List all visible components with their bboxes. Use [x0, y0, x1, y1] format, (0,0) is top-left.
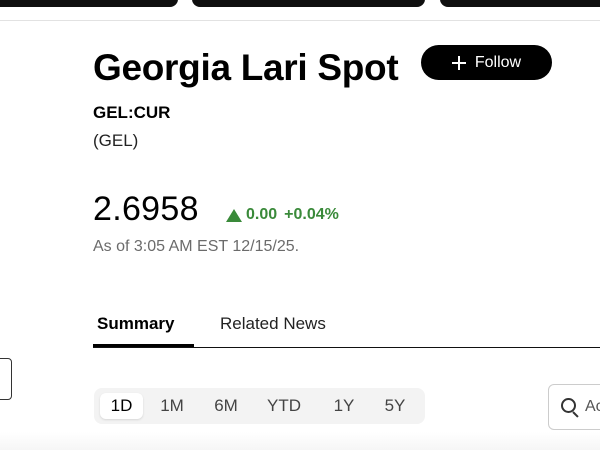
up-arrow-icon — [226, 208, 242, 222]
range-5y-button[interactable]: 5Y — [376, 393, 414, 419]
currency-code: (GEL) — [93, 131, 139, 150]
top-nav-button-1[interactable] — [0, 0, 178, 7]
follow-button-label: Follow — [474, 53, 522, 71]
tab-bar: Summary Related News — [92, 305, 600, 348]
top-nav-button-2[interactable] — [192, 0, 425, 7]
search-input[interactable] — [585, 398, 600, 416]
ticker-symbol: GEL:CUR — [93, 103, 171, 122]
range-ytd-button[interactable]: YTD — [261, 393, 307, 419]
as-of-timestamp: As of 3:05 AM EST 12/15/25. — [93, 238, 300, 255]
range-1d-button[interactable]: 1D — [100, 393, 143, 419]
page: Georgia Lari Spot Follow GEL:CUR (GEL) 2… — [0, 0, 600, 450]
top-divider — [0, 20, 600, 21]
tab-summary[interactable]: Summary — [92, 314, 196, 347]
tab-related-news[interactable]: Related News — [220, 314, 326, 334]
follow-button[interactable]: Follow — [421, 45, 552, 80]
search-box[interactable] — [548, 384, 600, 430]
bottom-fade — [0, 432, 600, 450]
plus-icon — [451, 55, 466, 70]
range-6m-button[interactable]: 6M — [206, 393, 246, 419]
page-title: Georgia Lari Spot — [93, 47, 399, 88]
price-change: 0.00 +0.04% — [226, 205, 339, 225]
range-1y-button[interactable]: 1Y — [328, 393, 360, 419]
search-icon — [560, 397, 580, 417]
side-panel-button[interactable] — [0, 358, 12, 400]
top-nav-button-3[interactable] — [440, 0, 600, 7]
range-1m-button[interactable]: 1M — [154, 393, 190, 419]
change-value: 0.00 — [246, 206, 278, 223]
time-range-selector: 1D 1M 6M YTD 1Y 5Y — [94, 388, 425, 424]
price-value: 2.6958 — [93, 190, 199, 228]
change-percent: +0.04% — [284, 206, 339, 223]
